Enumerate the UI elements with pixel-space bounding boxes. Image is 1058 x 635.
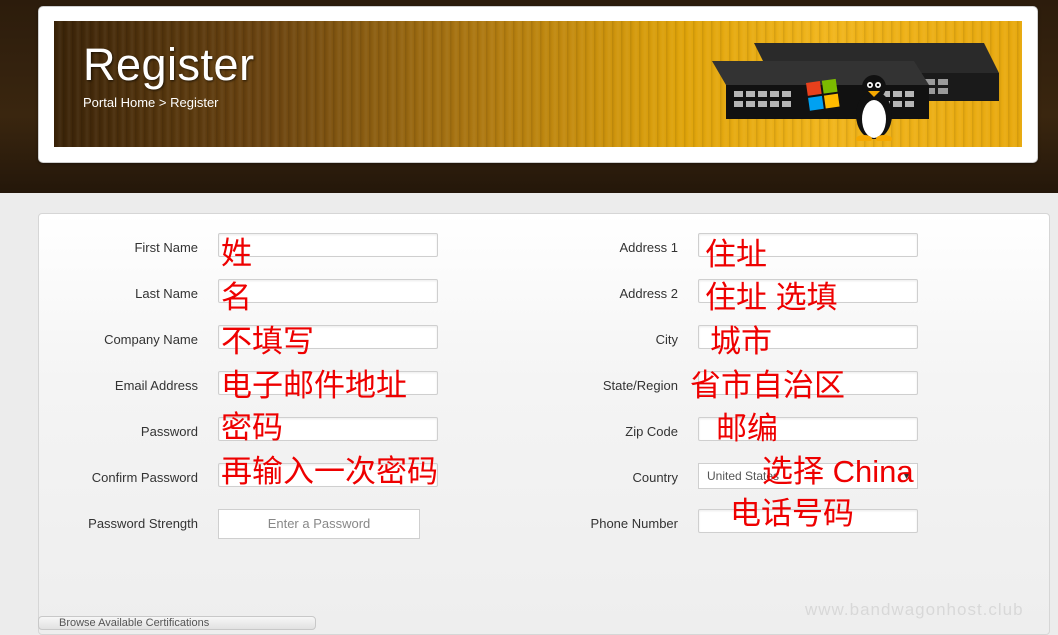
annotation-password: 密码 — [221, 410, 283, 445]
state-region-label: State/Region — [602, 378, 678, 393]
company-name-label: Company Name — [104, 332, 198, 347]
annotation-first-name: 姓 — [221, 236, 252, 271]
zip-code-label: Zip Code — [625, 424, 678, 439]
breadcrumb-separator: > — [158, 95, 167, 110]
city-label: City — [655, 332, 678, 347]
phone-number-label: Phone Number — [590, 516, 678, 531]
annotation-phone: 电话号码 — [730, 496, 854, 531]
confirm-password-label: Confirm Password — [91, 470, 198, 485]
annotation-email: 电子邮件地址 — [221, 368, 407, 403]
header-banner: Register Portal Home > Register — [54, 21, 1022, 147]
email-address-label: Email Address — [114, 378, 198, 393]
password-strength-label: Password Strength — [88, 516, 198, 531]
password-label: Password — [140, 424, 198, 439]
annotation-address2: 住址 选填 — [705, 280, 838, 315]
network-switch-illustration — [712, 43, 999, 141]
watermark: www.bandwagonhost.club — [805, 600, 1024, 619]
annotation-company: 不填写 — [221, 324, 314, 359]
annotation-last-name: 名 — [221, 280, 252, 315]
annotation-state: 省市自治区 — [690, 368, 845, 403]
breadcrumb-home-link[interactable]: Portal Home — [83, 95, 155, 110]
first-name-label: First Name — [134, 240, 198, 255]
password-strength-meter: Enter a Password — [218, 509, 420, 539]
address1-label: Address 1 — [619, 240, 678, 255]
breadcrumb: Portal Home > Register — [83, 95, 219, 110]
address2-label: Address 2 — [619, 286, 678, 301]
page-title: Register — [83, 39, 255, 90]
annotation-confirm-password: 再输入一次密码 — [221, 454, 438, 489]
breadcrumb-current: Register — [170, 95, 219, 110]
country-label: Country — [632, 470, 678, 485]
last-name-label: Last Name — [135, 286, 198, 301]
annotation-country: 选择 China — [762, 454, 914, 489]
annotation-city: 城市 — [710, 324, 772, 359]
browse-certifications-button[interactable]: Browse Available Certifications — [38, 616, 316, 630]
annotation-zip: 邮编 — [716, 411, 778, 446]
annotation-address1: 住址 — [705, 237, 767, 272]
